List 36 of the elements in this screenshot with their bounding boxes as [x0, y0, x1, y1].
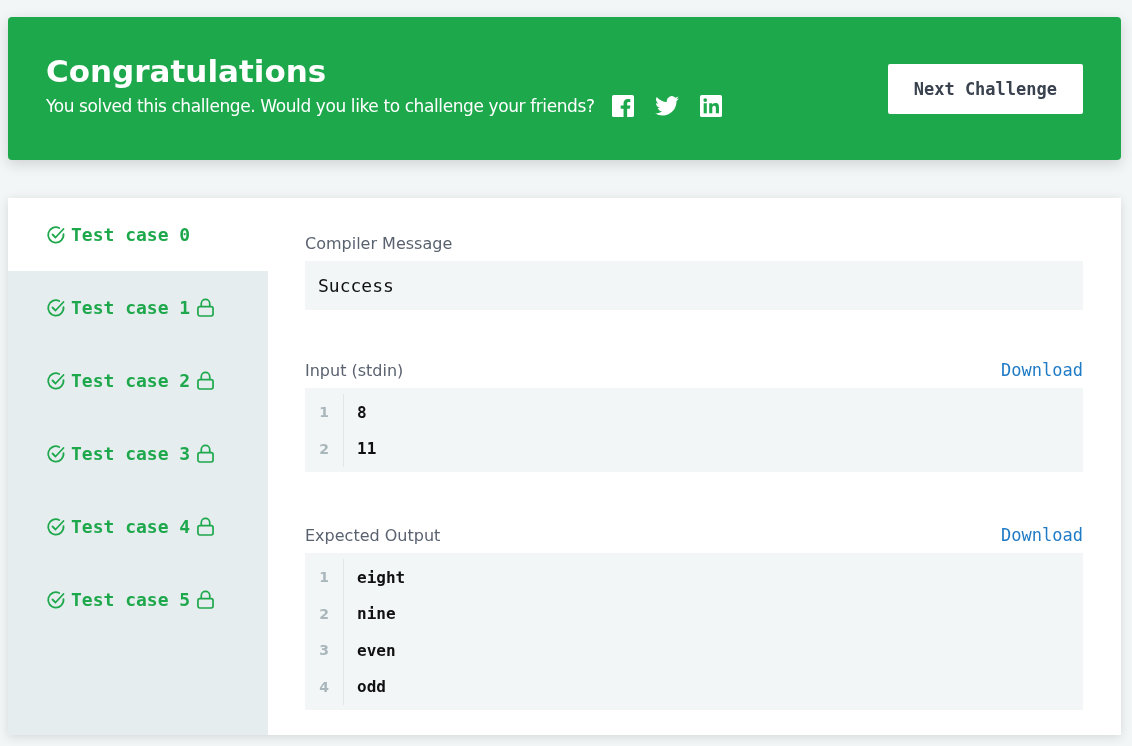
- download-link[interactable]: Download: [1001, 360, 1083, 380]
- check-circle-icon: [46, 370, 66, 391]
- bird-icon[interactable]: [654, 94, 679, 117]
- check-circle-icon: [46, 443, 66, 464]
- compiler-message-output: Success: [305, 261, 1083, 310]
- line-number: 1: [318, 568, 330, 588]
- section-label: Expected Output: [305, 526, 441, 545]
- check-circle-icon: [46, 297, 66, 318]
- line-number: 4: [318, 677, 330, 697]
- test-case-tab[interactable]: Test case 1: [8, 271, 268, 344]
- test-case-tab[interactable]: Test case 4: [8, 490, 268, 563]
- line-number: 3: [318, 641, 330, 661]
- banner-title: Congratulations: [46, 52, 328, 89]
- test-case-tab[interactable]: Test case 5: [8, 563, 268, 636]
- line-number: 2: [318, 439, 330, 459]
- line-number: 1: [318, 403, 330, 423]
- next-challenge-button[interactable]: Next Challenge: [887, 63, 1083, 114]
- code-line: nine: [357, 603, 397, 626]
- check-circle-icon: [46, 516, 66, 537]
- section-label: Input (stdin): [305, 361, 404, 380]
- code-line: eight: [357, 566, 406, 589]
- code-line: even: [357, 639, 397, 662]
- test-case-tab[interactable]: Test case 0: [8, 198, 268, 271]
- test-case-tab[interactable]: Test case 3: [8, 417, 268, 490]
- download-link[interactable]: Download: [1001, 525, 1083, 545]
- facebook-icon[interactable]: [610, 94, 635, 117]
- code-line: odd: [357, 676, 387, 699]
- code-line: 11: [357, 438, 377, 461]
- line-number: 2: [318, 604, 330, 624]
- compiler-message-label: Compiler Message: [305, 234, 454, 253]
- banner-message: You solved this challenge. Would you like to challenge your friends?: [46, 95, 595, 116]
- test-case-tab[interactable]: Test case 2: [8, 344, 268, 417]
- check-circle-icon: [46, 589, 66, 610]
- check-circle-icon: [46, 224, 66, 245]
- linkedin-icon[interactable]: [698, 94, 723, 117]
- code-line: 8: [357, 401, 368, 424]
